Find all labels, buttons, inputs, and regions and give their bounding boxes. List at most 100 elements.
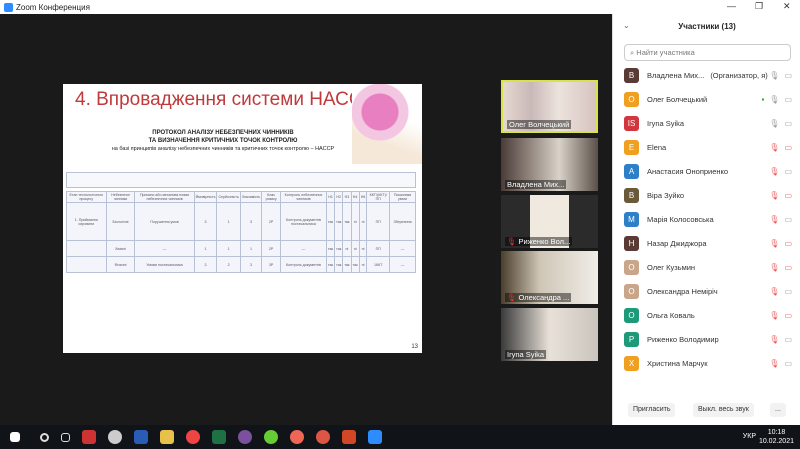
avatar: X	[624, 355, 639, 371]
participant-item[interactable]: IS Iryna Syika 🎙 ▭	[624, 113, 794, 133]
app-icon[interactable]	[82, 430, 96, 444]
participant-status: 🎙 ▭	[769, 287, 792, 296]
clock[interactable]: 10:18 10.02.2021	[759, 428, 794, 446]
participant-item[interactable]: H Назар Джиджора 🎙 ▭	[624, 233, 794, 253]
camera-icon: ▭	[784, 214, 792, 224]
mic-muted-icon[interactable]: 🎙	[769, 215, 779, 224]
word-icon[interactable]	[134, 430, 148, 444]
mute-all-button[interactable]: Выкл. весь звук	[693, 403, 754, 417]
participant-name: Elena	[647, 142, 667, 152]
camera-icon: ▭	[784, 310, 792, 320]
participant-item[interactable]: P Риженко Володимир 🎙 ▭	[624, 329, 794, 349]
table-row: Хімічні —1 1 1 2Р — так так ні ні ні ПП —	[66, 240, 416, 257]
app2-icon[interactable]	[290, 430, 304, 444]
mic-icon[interactable]: 🎙	[769, 71, 779, 80]
avatar: E	[624, 139, 639, 155]
zoom-taskbar-icon[interactable]	[368, 430, 382, 444]
participant-item[interactable]: О Олег Болчецький ▪ 🎙 ▭	[624, 89, 794, 109]
mic-muted-icon[interactable]: 🎙	[769, 191, 779, 200]
table-cell	[66, 256, 107, 273]
avatar: О	[624, 259, 639, 275]
participant-item[interactable]: A Анастасия Оноприенко 🎙 ▭	[624, 161, 794, 181]
participant-item[interactable]: В Владлена Мих... (Организатор, я) 🎙 ▭	[624, 65, 794, 85]
table-cell: Зберігання	[389, 202, 416, 241]
viber-icon[interactable]	[238, 430, 252, 444]
mic-icon[interactable]: 🎙	[769, 95, 779, 104]
participant-status: 🎙 ▭	[769, 71, 792, 80]
table-cell: так	[334, 202, 344, 241]
participant-item[interactable]: О Олег Кузьмин 🎙 ▭	[624, 257, 794, 277]
mic-muted-icon[interactable]: 🎙	[769, 359, 779, 368]
mic-muted-icon[interactable]: 🎙	[769, 239, 779, 248]
mic-icon[interactable]: 🎙	[769, 119, 779, 128]
video-tile[interactable]: Олег Волчецький	[501, 80, 598, 133]
mic-muted-icon[interactable]: 🎙	[769, 263, 779, 272]
tile-name-text: Олег Волчецький	[509, 120, 570, 129]
mic-muted-icon[interactable]: 🎙	[769, 287, 779, 296]
powerpoint-icon[interactable]	[342, 430, 356, 444]
video-tile[interactable]: 🎙 Олександра ...	[501, 251, 598, 304]
table-cell: 2Р	[261, 202, 281, 241]
table-cell: 3	[193, 202, 218, 241]
chrome-icon[interactable]	[186, 430, 200, 444]
chrome2-icon[interactable]	[316, 430, 330, 444]
language-indicator[interactable]: УКР	[743, 433, 756, 440]
mic-muted-icon[interactable]: 🎙	[769, 143, 779, 152]
table-cell: так	[334, 240, 344, 257]
panel-title: Участники (13)	[678, 22, 736, 31]
utorrent-icon[interactable]	[264, 430, 278, 444]
table-cell: 1	[193, 240, 218, 257]
participant-status: 🎙 ▭	[769, 191, 792, 200]
table-cell: —	[134, 240, 195, 257]
column-header: Н2	[334, 191, 344, 203]
video-tile[interactable]: Iryna Syika	[501, 308, 598, 361]
camera-icon: ▭	[784, 142, 792, 152]
camera-icon: ▭	[784, 70, 792, 80]
tile-name-text: Iryna Syika	[507, 350, 545, 359]
camera-icon: ▭	[784, 190, 792, 200]
mic-muted-icon[interactable]: 🎙	[769, 167, 779, 176]
task-view-icon[interactable]	[61, 432, 70, 442]
avatar: В	[624, 67, 639, 83]
participant-item[interactable]: О Олександра Немірiч 🎙 ▭	[624, 281, 794, 301]
more-button[interactable]: ...	[770, 403, 786, 417]
maximize-button[interactable]: ❐	[755, 1, 763, 12]
table-cell: Фізичні	[105, 256, 136, 273]
table-cell: ні	[358, 202, 368, 241]
participant-name: Віра Зуйко	[647, 190, 685, 200]
table-cell: Хімічні	[105, 240, 136, 257]
participant-item[interactable]: M Марія Колосовська 🎙 ▭	[624, 209, 794, 229]
avatar: О	[624, 283, 639, 299]
mic-muted-icon[interactable]: 🎙	[769, 335, 779, 344]
participant-search-input[interactable]: ⌕ Найти участника	[624, 44, 791, 61]
participant-status: ▪ 🎙 ▭	[761, 95, 792, 104]
muted-mic-icon: 🎙	[507, 237, 517, 246]
participant-name: Риженко Володимир	[647, 334, 719, 344]
excel-icon[interactable]	[212, 430, 226, 444]
table-cell: так	[342, 202, 352, 241]
video-tile[interactable]: Владлена Мих...	[501, 138, 598, 191]
explorer-icon[interactable]	[160, 430, 174, 444]
participant-status: 🎙 ▭	[769, 263, 792, 272]
invite-button[interactable]: Пригласить	[628, 403, 676, 417]
participant-item[interactable]: X Христина Марчук 🎙 ▭	[624, 353, 794, 373]
page-number: 13	[411, 344, 418, 350]
zoom-logo-icon	[4, 2, 13, 12]
participant-item[interactable]: E Elena 🎙 ▭	[624, 137, 794, 157]
mic-muted-icon[interactable]: 🎙	[769, 311, 779, 320]
video-tile[interactable]: 🎙 Риженко Вол...	[501, 195, 598, 248]
protocol-title-1: ПРОТОКОЛ АНАЛІЗУ НЕБЕЗПЕЧНИХ ЧИННИКІВ	[152, 130, 294, 136]
video-tile-name: Олег Волчецький	[507, 120, 572, 129]
close-button[interactable]: ✕	[783, 1, 791, 12]
table-cell: ні	[358, 256, 368, 273]
start-icon[interactable]	[10, 432, 20, 442]
participant-item[interactable]: В Віра Зуйко 🎙 ▭	[624, 185, 794, 205]
participant-item[interactable]: O Ольга Коваль 🎙 ▭	[624, 305, 794, 325]
title-bar: Zoom Конференция — ❐ ✕	[0, 0, 800, 14]
minimize-button[interactable]: —	[727, 1, 736, 11]
hazard-table: Етап технологічного процесу Небезпечні чи…	[66, 191, 416, 273]
search-icon[interactable]	[40, 432, 49, 442]
media-icon[interactable]	[108, 430, 122, 444]
table-row: Фізичні Умови постачальника 3 2 3 3Р Контроль …	[66, 256, 416, 273]
table-cell: 1	[239, 240, 263, 257]
